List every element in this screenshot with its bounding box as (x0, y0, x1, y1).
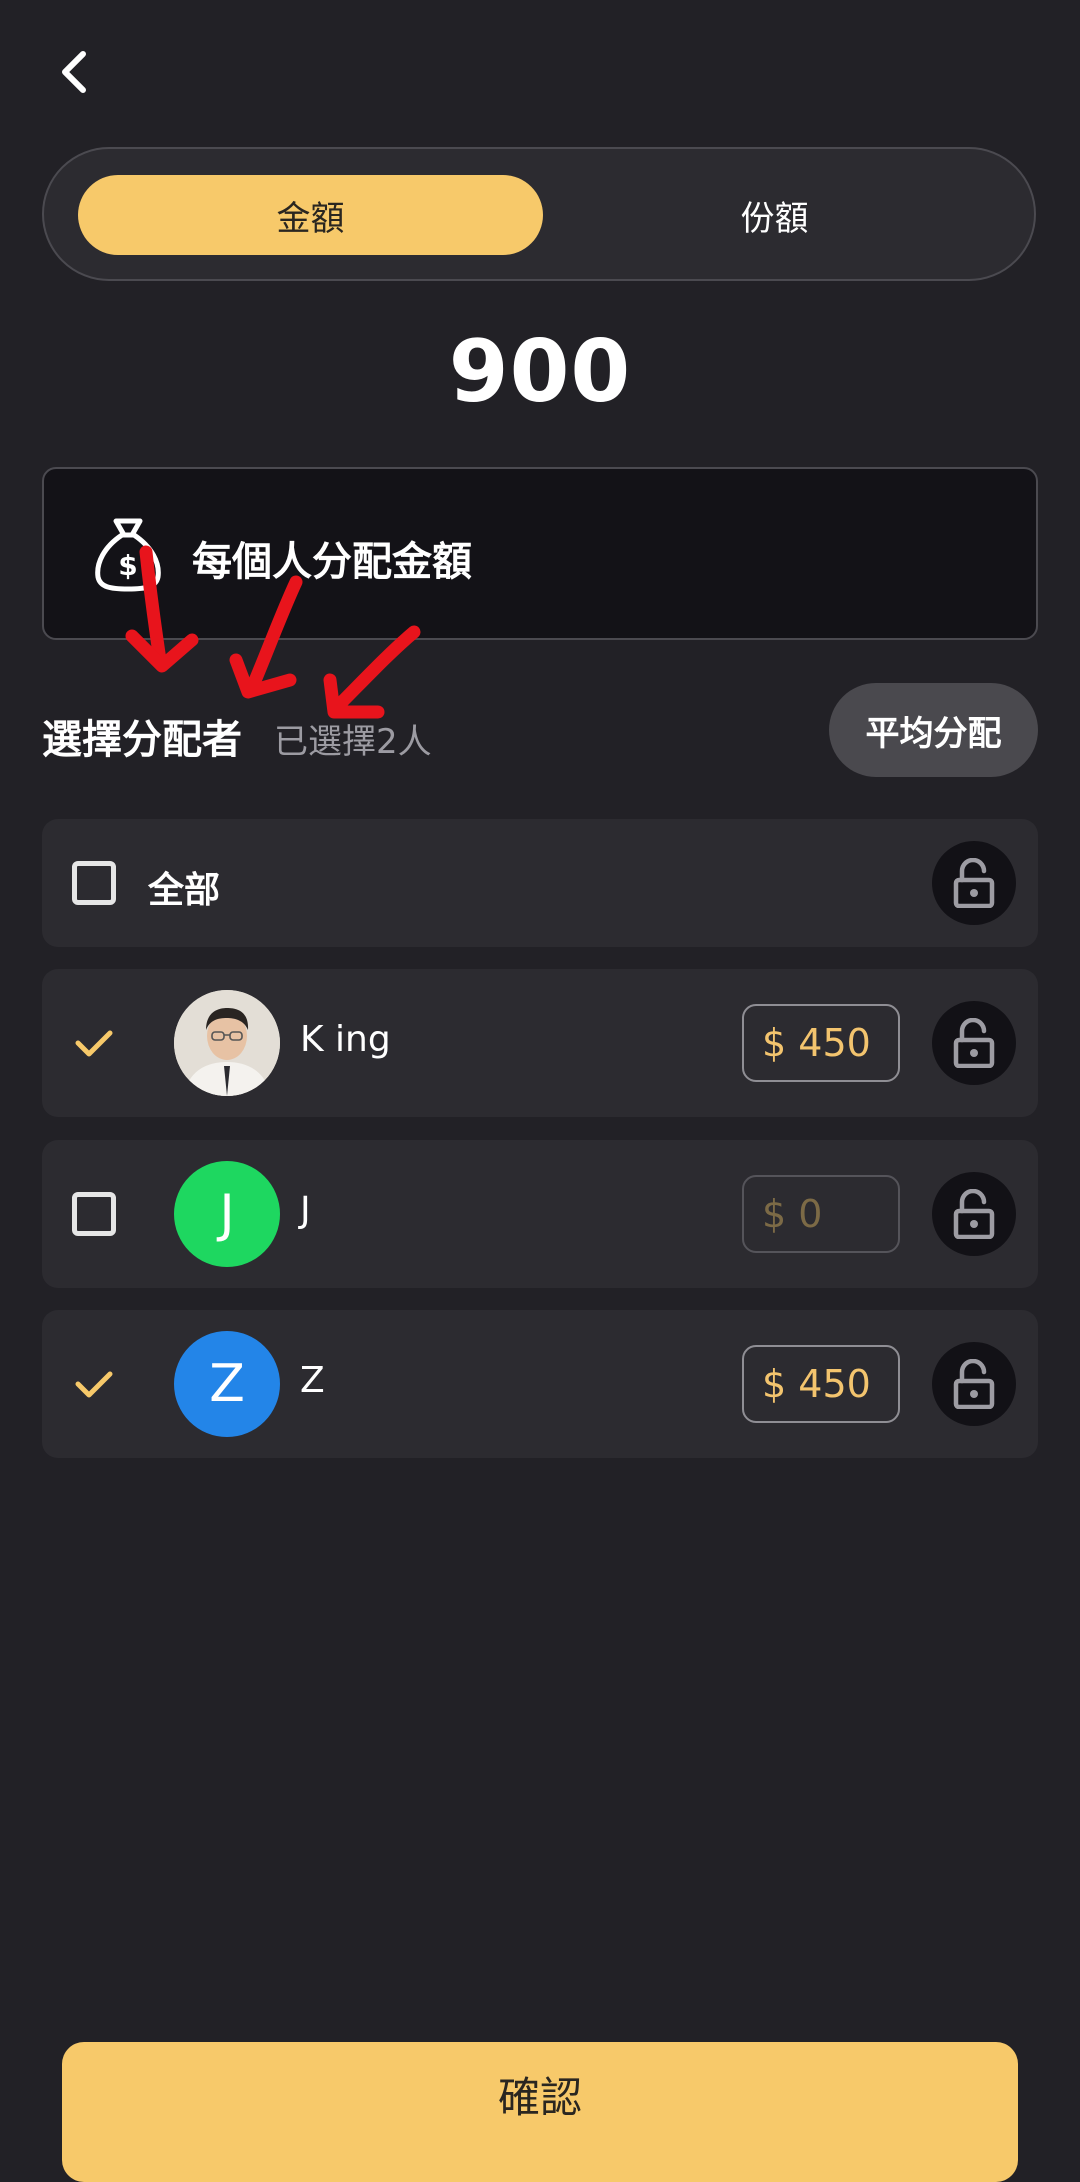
total-amount: 900 (448, 322, 632, 422)
select-all-checkbox[interactable] (72, 861, 116, 905)
amount-input[interactable]: $ 450 (742, 1345, 900, 1423)
avatar-z: Z (174, 1331, 280, 1437)
lock-button[interactable] (932, 1001, 1016, 1085)
lock-button[interactable] (932, 1342, 1016, 1426)
amount-input[interactable]: $ 450 (742, 1004, 900, 1082)
avatar-letter: Z (209, 1354, 245, 1414)
select-allocator-title: 選擇分配者 (42, 717, 242, 763)
unlock-icon (953, 1359, 995, 1409)
money-bag-icon: $ (95, 518, 161, 592)
per-person-amount-field[interactable]: $ 每個人分配金額 (42, 467, 1038, 640)
currency-symbol: $ (762, 1362, 787, 1406)
selected-count: 已選擇2人 (274, 722, 432, 762)
tab-share[interactable]: 份額 (542, 175, 1007, 255)
currency-symbol: $ (762, 1192, 787, 1236)
svg-text:$: $ (118, 549, 137, 582)
lock-all-button[interactable] (932, 841, 1016, 925)
currency-symbol: $ (762, 1021, 787, 1065)
person-row-z[interactable]: Z Z $ 450 (42, 1310, 1038, 1458)
person-name: K ing (300, 1019, 391, 1060)
person-row-j[interactable]: J J $ 0 (42, 1140, 1038, 1288)
unlock-icon (953, 1189, 995, 1239)
lock-button[interactable] (932, 1172, 1016, 1256)
chevron-left-icon (62, 51, 86, 93)
confirm-button[interactable]: 確認 (62, 2042, 1018, 2182)
person-row-king[interactable]: K ing $ 450 (42, 969, 1038, 1117)
unlock-icon (953, 858, 995, 908)
person-checkbox[interactable] (72, 1192, 116, 1236)
back-button[interactable] (50, 42, 98, 102)
checkmark-icon[interactable] (72, 1362, 116, 1406)
person-name: Z (300, 1360, 325, 1401)
avatar-letter: J (219, 1184, 235, 1244)
split-evenly-button[interactable]: 平均分配 (829, 683, 1038, 777)
select-all-row[interactable]: 全部 (42, 819, 1038, 947)
person-photo-icon (174, 990, 280, 1096)
checkmark-icon[interactable] (72, 1021, 116, 1065)
amount-input[interactable]: $ 0 (742, 1175, 900, 1253)
avatar-king (174, 990, 280, 1096)
select-all-label: 全部 (148, 870, 221, 911)
avatar-j: J (174, 1161, 280, 1267)
mode-toggle: 金額 份額 (42, 147, 1036, 281)
unlock-icon (953, 1018, 995, 1068)
per-person-label: 每個人分配金額 (192, 539, 472, 585)
tab-amount[interactable]: 金額 (78, 175, 543, 255)
person-name: J (300, 1190, 311, 1231)
amount-value: 0 (798, 1192, 823, 1236)
amount-value: 450 (798, 1362, 871, 1406)
amount-value: 450 (798, 1021, 871, 1065)
